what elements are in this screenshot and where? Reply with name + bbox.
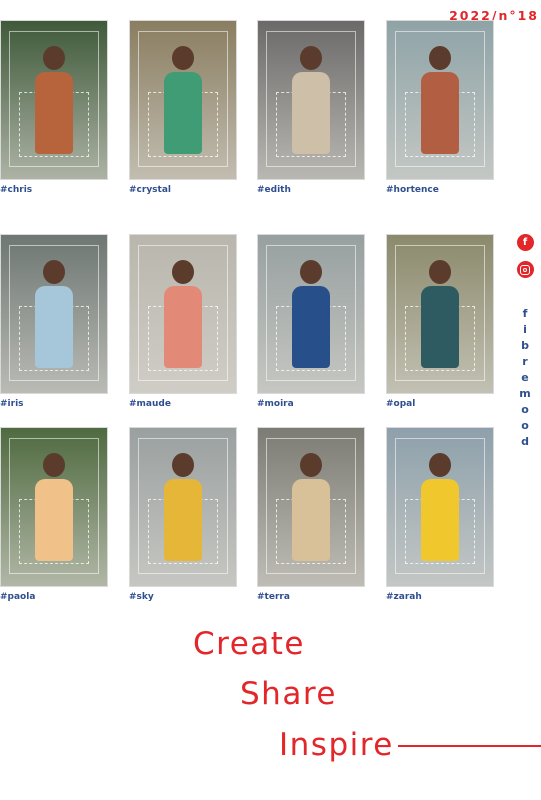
brand-letter: o xyxy=(521,419,529,432)
garment xyxy=(292,285,330,368)
look-photo[interactable] xyxy=(386,20,494,180)
garment xyxy=(164,478,202,561)
garment xyxy=(164,285,202,368)
look-photo[interactable] xyxy=(129,234,237,394)
slogan-share: Share xyxy=(240,676,337,712)
look-tag[interactable]: #crystal xyxy=(129,185,239,195)
look-photo[interactable] xyxy=(257,20,365,180)
slogan: Create Share Inspire xyxy=(0,620,541,780)
look-card[interactable]: #moira xyxy=(257,234,367,409)
brand-letter: o xyxy=(521,403,529,416)
slogan-create: Create xyxy=(193,626,306,662)
brand-letter: r xyxy=(522,355,528,368)
look-tag[interactable]: #moira xyxy=(257,399,367,409)
look-photo[interactable] xyxy=(0,234,108,394)
look-photo[interactable] xyxy=(129,427,237,587)
look-card[interactable]: #sky xyxy=(129,427,239,602)
look-card[interactable]: #edith xyxy=(257,20,367,195)
decorative-rule xyxy=(398,745,541,747)
brand-letter: d xyxy=(521,435,529,448)
looks-grid: #chris #crystal #edith #hortence #iris #maude… xyxy=(0,20,500,610)
garment xyxy=(164,71,202,154)
brand-letter: e xyxy=(521,371,529,384)
social-sidebar: f fibremood xyxy=(515,234,535,450)
garment xyxy=(35,478,73,561)
look-tag[interactable]: #iris xyxy=(0,399,110,409)
look-tag[interactable]: #sky xyxy=(129,592,239,602)
look-card[interactable]: #iris xyxy=(0,234,110,409)
look-tag[interactable]: #chris xyxy=(0,185,110,195)
look-photo[interactable] xyxy=(257,427,365,587)
garment xyxy=(421,71,459,154)
look-card[interactable]: #zarah xyxy=(386,427,496,602)
brand-letter: f xyxy=(522,307,528,320)
look-tag[interactable]: #zarah xyxy=(386,592,496,602)
look-card[interactable]: #hortence xyxy=(386,20,496,195)
look-tag[interactable]: #maude xyxy=(129,399,239,409)
garment xyxy=(35,285,73,368)
look-tag[interactable]: #paola xyxy=(0,592,110,602)
look-photo[interactable] xyxy=(386,234,494,394)
look-tag[interactable]: #hortence xyxy=(386,185,496,195)
look-photo[interactable] xyxy=(129,20,237,180)
look-tag[interactable]: #terra xyxy=(257,592,367,602)
brand-letter: i xyxy=(523,323,527,336)
brand-vertical: fibremood xyxy=(519,306,530,450)
look-tag[interactable]: #opal xyxy=(386,399,496,409)
look-photo[interactable] xyxy=(0,20,108,180)
look-card[interactable]: #crystal xyxy=(129,20,239,195)
garment xyxy=(35,71,73,154)
look-card[interactable]: #maude xyxy=(129,234,239,409)
garment xyxy=(421,478,459,561)
facebook-icon[interactable]: f xyxy=(516,234,534,251)
look-photo[interactable] xyxy=(0,427,108,587)
garment xyxy=(421,285,459,368)
look-photo[interactable] xyxy=(386,427,494,587)
garment xyxy=(292,478,330,561)
garment xyxy=(292,71,330,154)
look-card[interactable]: #opal xyxy=(386,234,496,409)
look-card[interactable]: #terra xyxy=(257,427,367,602)
instagram-icon[interactable] xyxy=(516,261,534,278)
brand-letter: m xyxy=(519,387,531,400)
look-tag[interactable]: #edith xyxy=(257,185,367,195)
look-photo[interactable] xyxy=(257,234,365,394)
look-card[interactable]: #chris xyxy=(0,20,110,195)
slogan-inspire: Inspire xyxy=(279,727,394,763)
look-card[interactable]: #paola xyxy=(0,427,110,602)
brand-letter: b xyxy=(521,339,529,352)
